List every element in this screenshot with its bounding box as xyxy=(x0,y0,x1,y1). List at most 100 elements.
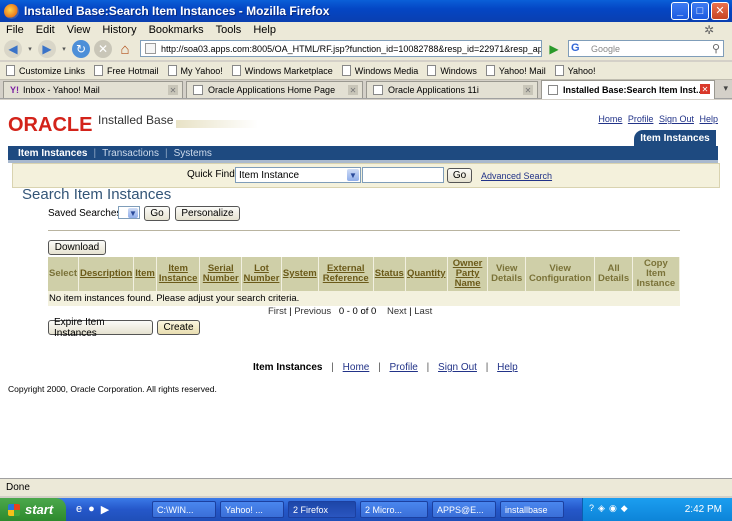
quick-find-go-button[interactable]: Go xyxy=(447,168,472,183)
minimize-button[interactable]: _ xyxy=(671,2,689,20)
taskbar-item-cmd[interactable]: C:\WIN... xyxy=(152,501,216,518)
media-player-icon[interactable]: ▶ xyxy=(101,503,109,516)
footer-profile-link[interactable]: Profile xyxy=(390,362,418,373)
global-profile-link[interactable]: Profile xyxy=(628,114,654,124)
taskbar-item-firefox[interactable]: 2 Firefox xyxy=(288,501,356,518)
chevron-down-icon: ▼ xyxy=(347,169,359,181)
column-item-instance[interactable]: Item Instance xyxy=(156,257,201,291)
subtab-systems[interactable]: Systems xyxy=(174,148,212,159)
quick-find-input[interactable] xyxy=(362,167,444,183)
tab-list-dropdown-icon[interactable]: ▾ xyxy=(723,83,728,94)
ie-icon[interactable]: e xyxy=(76,503,82,516)
quick-find-label: Quick Find xyxy=(187,169,235,180)
bookmark-item[interactable]: Yahoo! Mail xyxy=(485,65,546,76)
home-icon[interactable]: ⌂ xyxy=(116,40,134,58)
tray-help-icon[interactable]: ? xyxy=(589,503,594,514)
search-magnifier-icon[interactable]: ⚲ xyxy=(712,42,720,55)
global-help-link[interactable]: Help xyxy=(699,114,718,124)
close-button[interactable]: ✕ xyxy=(711,2,729,20)
tray-security-icon[interactable]: ◆ xyxy=(621,503,628,514)
menu-tools[interactable]: Tools xyxy=(216,24,242,36)
tray-network-icon[interactable]: ◈ xyxy=(598,503,605,514)
subtab-transactions[interactable]: Transactions xyxy=(102,148,159,159)
title-bar: Installed Base:Search Item Instances - M… xyxy=(0,0,732,22)
firefox-icon xyxy=(4,3,19,19)
bookmark-page-icon xyxy=(94,65,104,76)
tab-oracle-11i[interactable]: Oracle Applications 11i ✕ xyxy=(366,81,538,98)
taskbar-item-installbase[interactable]: installbase xyxy=(500,501,564,518)
expire-item-instances-button[interactable]: Expire Item Instances xyxy=(48,317,153,339)
footer-signout-link[interactable]: Sign Out xyxy=(438,362,477,373)
menu-edit[interactable]: Edit xyxy=(36,24,55,36)
product-name-decoration xyxy=(176,120,258,128)
global-links: Home Profile Sign Out Help xyxy=(595,114,718,124)
download-button[interactable]: Download xyxy=(48,240,106,255)
bookmark-item[interactable]: Yahoo! xyxy=(554,65,596,76)
column-system[interactable]: System xyxy=(281,257,319,291)
column-description[interactable]: Description xyxy=(78,257,135,291)
column-lot-number[interactable]: Lot Number xyxy=(241,257,282,291)
back-dropdown-icon[interactable]: ▾ xyxy=(26,40,34,58)
go-arrow-icon[interactable]: ▶ xyxy=(546,40,562,57)
taskbar-item-apps[interactable]: APPS@E... xyxy=(432,501,496,518)
saved-searches-select[interactable]: ▼ xyxy=(118,206,140,219)
taskbar-item-yahoo[interactable]: Yahoo! ... xyxy=(220,501,284,518)
quick-find-select[interactable]: Item Instance ▼ xyxy=(235,167,361,183)
stop-icon[interactable]: ✕ xyxy=(94,40,112,58)
subtab-item-instances[interactable]: Item Instances xyxy=(18,148,87,159)
back-arrow-icon[interactable]: ◀ xyxy=(4,40,22,58)
forward-arrow-icon[interactable]: ▶ xyxy=(38,40,56,58)
bookmark-item[interactable]: Windows xyxy=(427,65,477,76)
forward-dropdown-icon[interactable]: ▾ xyxy=(60,40,68,58)
column-owner-party-name[interactable]: Owner Party Name xyxy=(447,257,489,291)
personalize-button[interactable]: Personalize xyxy=(175,206,240,221)
tab-close-icon[interactable]: ✕ xyxy=(348,85,358,95)
maximize-button[interactable]: □ xyxy=(691,2,709,20)
bookmark-item[interactable]: Customize Links xyxy=(6,65,85,76)
tab-close-icon[interactable]: ✕ xyxy=(168,85,178,95)
advanced-search-link[interactable]: Advanced Search xyxy=(481,171,552,181)
pager-previous: Previous xyxy=(294,306,332,317)
bookmark-item[interactable]: My Yahoo! xyxy=(167,65,223,76)
tab-close-icon[interactable]: ✕ xyxy=(700,84,710,94)
pager-range: 0 - 0 of 0 xyxy=(338,306,377,317)
tab-item-instances[interactable]: Item Instances xyxy=(634,130,716,146)
pager-first: First xyxy=(268,306,287,317)
bookmark-item[interactable]: Windows Media xyxy=(341,65,418,76)
menu-view[interactable]: View xyxy=(67,24,91,36)
status-bar: Done xyxy=(0,478,732,496)
column-item[interactable]: Item xyxy=(133,257,157,291)
create-button[interactable]: Create xyxy=(157,320,200,335)
column-serial-number[interactable]: Serial Number xyxy=(199,257,243,291)
tab-oracle-home[interactable]: Oracle Applications Home Page ✕ xyxy=(186,81,363,98)
column-view-configuration: View Configuration xyxy=(525,257,596,291)
column-quantity[interactable]: Quantity xyxy=(405,257,448,291)
firefox-quicklaunch-icon[interactable]: ● xyxy=(88,503,95,516)
column-status[interactable]: Status xyxy=(373,257,406,291)
web-page: ORACLE Installed Base Home Profile Sign … xyxy=(0,100,732,478)
start-button[interactable]: start xyxy=(0,498,66,521)
bookmark-page-icon xyxy=(427,65,437,76)
address-bar[interactable]: http://soa03.apps.com:8005/OA_HTML/RF.js… xyxy=(140,40,542,57)
taskbar-item-microsoft[interactable]: 2 Micro... xyxy=(360,501,428,518)
menu-file[interactable]: File xyxy=(6,24,24,36)
footer-home-link[interactable]: Home xyxy=(343,362,370,373)
tray-volume-icon[interactable]: ◉ xyxy=(609,503,617,514)
bookmark-item[interactable]: Windows Marketplace xyxy=(231,65,333,76)
reload-icon[interactable]: ↻ xyxy=(72,40,90,58)
global-signout-link[interactable]: Sign Out xyxy=(659,114,694,124)
bookmark-item[interactable]: Free Hotmail xyxy=(94,65,159,76)
menu-help[interactable]: Help xyxy=(253,24,276,36)
tab-installed-base[interactable]: Installed Base:Search Item Inst... ✕ xyxy=(541,80,715,99)
saved-searches-go-button[interactable]: Go xyxy=(144,206,170,221)
tab-close-icon[interactable]: ✕ xyxy=(523,85,533,95)
column-external-reference[interactable]: External Reference xyxy=(318,257,374,291)
footer-help-link[interactable]: Help xyxy=(497,362,518,373)
global-home-link[interactable]: Home xyxy=(598,114,622,124)
tab-yahoo-mail[interactable]: Y! Inbox - Yahoo! Mail ✕ xyxy=(3,81,183,98)
menu-bookmarks[interactable]: Bookmarks xyxy=(149,24,204,36)
bookmark-page-icon xyxy=(231,65,241,76)
window-title: Installed Base:Search Item Instances - M… xyxy=(24,4,330,18)
menu-history[interactable]: History xyxy=(102,24,136,36)
search-input[interactable]: G Google ⚲ xyxy=(568,40,724,57)
